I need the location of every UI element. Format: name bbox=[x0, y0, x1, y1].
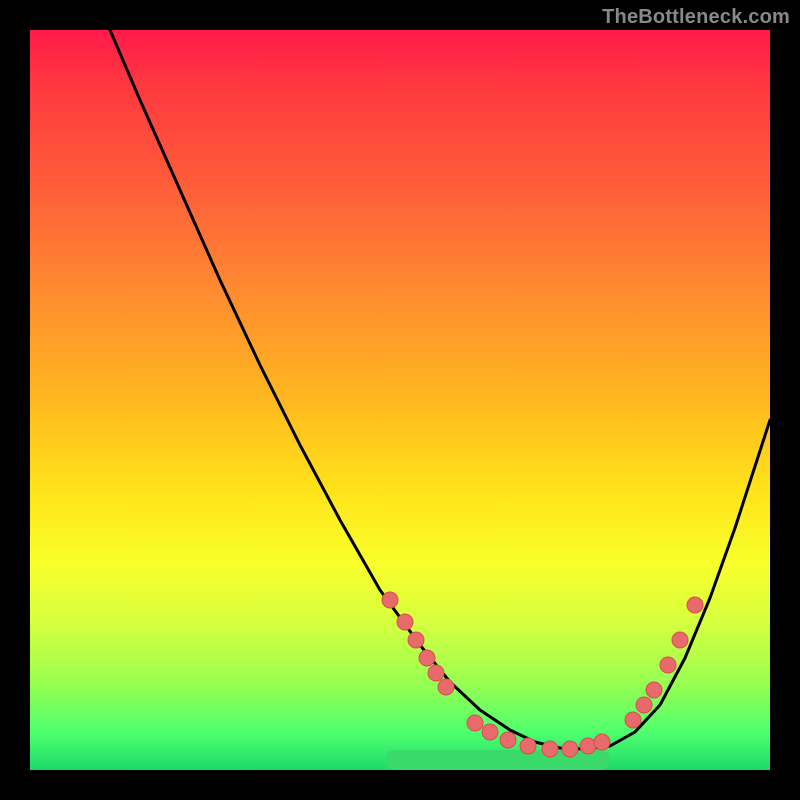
data-marker bbox=[419, 650, 435, 666]
chart-stage: TheBottleneck.com bbox=[0, 0, 800, 800]
data-marker bbox=[482, 724, 498, 740]
data-marker bbox=[562, 741, 578, 757]
data-marker bbox=[397, 614, 413, 630]
data-marker bbox=[428, 665, 444, 681]
chart-overlay bbox=[30, 30, 770, 770]
data-marker bbox=[672, 632, 688, 648]
marker-group bbox=[382, 592, 703, 757]
data-marker bbox=[408, 632, 424, 648]
data-marker bbox=[625, 712, 641, 728]
watermark-text: TheBottleneck.com bbox=[602, 6, 790, 29]
data-marker bbox=[542, 741, 558, 757]
data-marker bbox=[687, 597, 703, 613]
data-marker bbox=[594, 734, 610, 750]
data-marker bbox=[520, 738, 536, 754]
data-marker bbox=[636, 697, 652, 713]
data-marker bbox=[646, 682, 662, 698]
curve-line bbox=[110, 30, 770, 749]
data-marker bbox=[500, 732, 516, 748]
plot-area bbox=[30, 30, 770, 770]
data-marker bbox=[580, 738, 596, 754]
data-marker bbox=[467, 715, 483, 731]
data-marker bbox=[382, 592, 398, 608]
data-marker bbox=[438, 679, 454, 695]
data-marker bbox=[660, 657, 676, 673]
